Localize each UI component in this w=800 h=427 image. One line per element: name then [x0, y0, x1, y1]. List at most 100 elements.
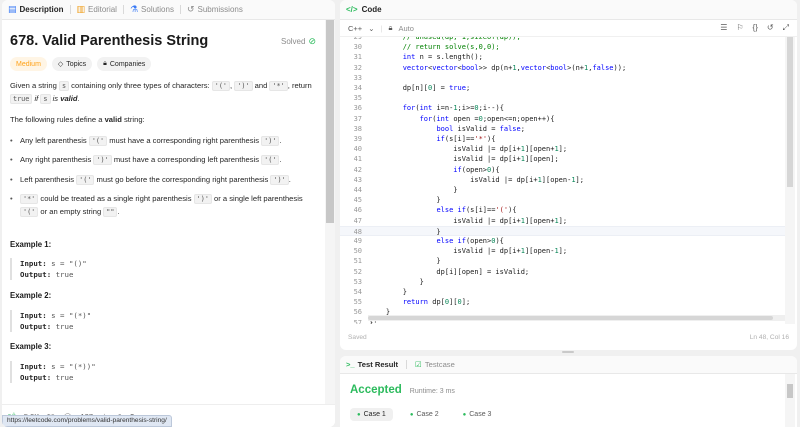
- text: could be treated as a single right paren…: [38, 194, 194, 203]
- bookmark-icon[interactable]: ⚐: [736, 23, 743, 33]
- code-line[interactable]: 48 }: [340, 225, 785, 236]
- tab-solutions[interactable]: ⚗ Solutions: [130, 4, 174, 15]
- difficulty-badge: Medium: [10, 57, 47, 71]
- code-char: ')': [193, 194, 212, 204]
- code-char: '(': [211, 81, 231, 91]
- checkbox-icon: ☑: [415, 360, 422, 369]
- description-tabs: ▤ Description ▥ Editorial ⚗ Solutions ↺ …: [2, 0, 335, 20]
- code-line[interactable]: 32 vector<vector<bool>> dp(n+1,vector<bo…: [340, 63, 785, 73]
- code-line[interactable]: 53 }: [340, 277, 785, 287]
- resize-handle[interactable]: [562, 351, 574, 353]
- braces-icon[interactable]: {}: [753, 23, 758, 33]
- editor-scrollbar[interactable]: [785, 37, 795, 324]
- description-panel: ▤ Description ▥ Editorial ⚗ Solutions ↺ …: [2, 0, 335, 427]
- code-line[interactable]: 50 isValid |= dp[i+1][open-1];: [340, 246, 785, 256]
- code-line[interactable]: 30 // return solve(s,0,0);: [340, 42, 785, 52]
- code-panel: </> Code C++ ⌄ | 🔒︎ Auto ☰ ⚐ {} ↺ ⤢ 29 /…: [340, 0, 797, 350]
- code-line[interactable]: 54 }: [340, 287, 785, 297]
- code-line[interactable]: 51 }: [340, 256, 785, 266]
- text: , return: [287, 81, 312, 90]
- text: Any left parenthesis: [20, 135, 89, 145]
- code-text: }: [369, 227, 441, 236]
- code-line[interactable]: 36 for(int i=n-1;i>=0;i--){: [340, 103, 785, 113]
- chevron-down-icon[interactable]: ⌄: [368, 24, 374, 33]
- tab-test-result[interactable]: >_ Test Result: [346, 360, 398, 369]
- topics-label: Topics: [66, 60, 87, 68]
- line-number: 41: [353, 155, 362, 164]
- tab-divider: [179, 5, 181, 14]
- code-line[interactable]: 39 if(s[i]=='*'){: [340, 134, 785, 144]
- code-line[interactable]: 35: [340, 93, 785, 103]
- tab-editorial[interactable]: ▥ Editorial: [77, 4, 117, 15]
- scrollbar-thumb[interactable]: [326, 20, 334, 223]
- code-text: isValid |= dp[i+1][open-1];: [369, 247, 568, 256]
- problem-description: Given a string s containing only three t…: [10, 80, 316, 225]
- test-scrollbar[interactable]: [785, 374, 795, 427]
- code-s: s: [58, 81, 70, 91]
- code-line[interactable]: 33: [340, 73, 785, 83]
- line-number: 42: [353, 165, 362, 174]
- code-icon: </>: [346, 5, 358, 14]
- scrollbar-thumb[interactable]: [368, 316, 773, 320]
- code-line[interactable]: 31 int n = s.length();: [340, 52, 785, 62]
- code-line[interactable]: 45 }: [340, 195, 785, 205]
- code-text: vector<vector<bool>> dp(n+1,vector<bool>…: [402, 63, 627, 72]
- line-number: 36: [353, 104, 362, 113]
- flask-icon: ⚗: [129, 4, 139, 14]
- code-line[interactable]: 47 isValid |= dp[i+1][open+1];: [340, 216, 785, 226]
- scrollbar-thumb[interactable]: [787, 37, 793, 187]
- format-icon[interactable]: ☰: [720, 23, 727, 33]
- code-line[interactable]: 49 else if(open>0){: [340, 236, 785, 246]
- code-editor[interactable]: 29 // unused(dp, 1,sizeof(dp)); 30 // ret…: [340, 37, 797, 324]
- test-result-panel: >_ Test Result ☑ Testcase Accepted Runti…: [340, 356, 797, 427]
- code-line[interactable]: 44 }: [340, 185, 785, 195]
- description-scrollbar[interactable]: [325, 20, 335, 404]
- runtime-label: Runtime: 3 ms: [409, 388, 455, 395]
- text: The following rules define a: [10, 115, 105, 124]
- code-line[interactable]: 52 dp[i][open] = isValid;: [340, 267, 785, 277]
- language-select[interactable]: C++: [348, 24, 362, 33]
- tab-description[interactable]: ▤ Description: [8, 4, 64, 15]
- code-text: }: [369, 186, 458, 194]
- example-2-block: Input: s = "(*)" Output: true: [10, 310, 316, 332]
- code-text: dp[i][open] = isValid;: [369, 267, 530, 276]
- code-line[interactable]: 42 if(open>0){: [340, 165, 785, 175]
- output-value: true: [51, 270, 74, 279]
- history-icon: ↺: [186, 4, 195, 14]
- code-line[interactable]: 37 for(int open =0;open<=n;open++){: [340, 114, 785, 124]
- code-line[interactable]: 43 isValid |= dp[i+1][open-1];: [340, 175, 785, 185]
- example-input: Input: s = "(*)": [20, 310, 316, 321]
- code-line[interactable]: 55 return dp[0][0];: [340, 297, 785, 307]
- text: must have a corresponding left parenthes…: [111, 155, 262, 164]
- input-label: Input:: [20, 311, 47, 320]
- editor-horizontal-scrollbar[interactable]: [368, 315, 785, 321]
- tab-divider: [69, 5, 71, 14]
- scrollbar-thumb[interactable]: [787, 384, 793, 398]
- input-value: s = "()": [46, 259, 87, 268]
- topics-badge[interactable]: ◇ Topics: [51, 57, 93, 71]
- code-line[interactable]: 40 isValid |= dp[i+1][open+1];: [340, 144, 785, 154]
- saved-status: Saved: [348, 334, 367, 341]
- text: containing only three types of character…: [69, 81, 212, 90]
- solved-label: Solved: [280, 36, 306, 46]
- reset-icon[interactable]: ↺: [767, 23, 774, 33]
- expand-icon[interactable]: ⤢: [783, 23, 789, 33]
- page-title[interactable]: 678. Valid Parenthesis String: [10, 33, 208, 49]
- case-tab-1[interactable]: ● Case 1: [350, 408, 393, 421]
- tab-submissions[interactable]: ↺ Submissions: [187, 4, 243, 15]
- accepted-status: Accepted: [350, 384, 402, 396]
- code-line[interactable]: 46 else if(s[i]=='('){: [340, 205, 785, 215]
- case-tab-3[interactable]: ● Case 3: [456, 408, 499, 421]
- companies-badge[interactable]: 🔒︎ Companies: [97, 57, 152, 71]
- code-char: "": [103, 206, 118, 217]
- code-text: isValid |= dp[i+1][open+1];: [369, 145, 568, 154]
- editor-status-bar: Saved Ln 48, Col 16: [340, 334, 797, 348]
- code-line[interactable]: 34 dp[n][0] = true;: [340, 83, 785, 93]
- tab-testcase[interactable]: ☑ Testcase: [415, 360, 455, 369]
- result-summary: Accepted Runtime: 3 ms: [350, 384, 455, 396]
- code-line[interactable]: 38 bool isValid = false;: [340, 124, 785, 134]
- code-text: }: [369, 277, 424, 286]
- case-tab-2[interactable]: ● Case 2: [403, 408, 446, 421]
- code-line[interactable]: 41 isValid |= dp[i+1][open];: [340, 154, 785, 164]
- tab-submissions-label: Submissions: [197, 5, 243, 14]
